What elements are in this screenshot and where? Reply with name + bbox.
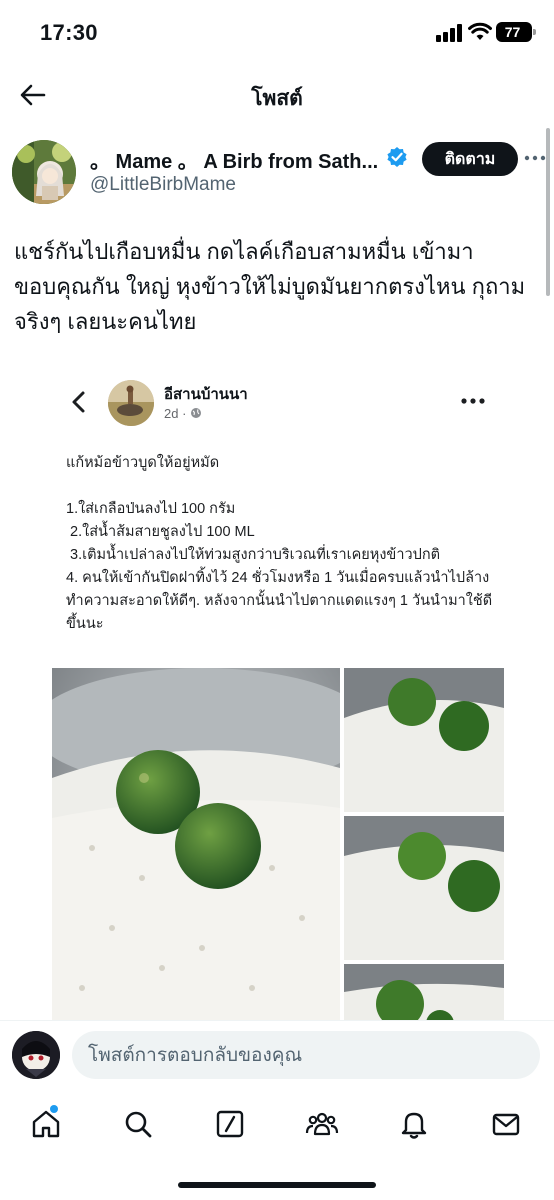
page-name: อีสานบ้านนา — [164, 386, 248, 403]
bottom-tab-bar — [0, 1092, 554, 1200]
battery-icon: 77 — [496, 22, 536, 42]
post-age: 2d · — [164, 406, 191, 421]
home-indicator[interactable] — [178, 1182, 376, 1188]
more-options-icon[interactable] — [522, 144, 548, 172]
battery-level: 77 — [504, 24, 521, 40]
tweet-text: แชร์กันไปเกือบหมื่น กดไลค์เกือบสามหมื่น … — [14, 239, 526, 334]
reply-composer: โพสต์การตอบกลับของคุณ — [0, 1020, 554, 1092]
messages-icon — [492, 1113, 520, 1136]
reply-input[interactable]: โพสต์การตอบกลับของคุณ — [72, 1031, 540, 1079]
grok-icon — [216, 1110, 244, 1138]
follow-button[interactable]: ติดตาม — [422, 142, 518, 176]
page-title: โพสต์ — [251, 87, 303, 110]
author-handle[interactable]: @LittleBirbMame — [90, 174, 236, 196]
search-icon — [125, 1111, 152, 1138]
home-icon — [32, 1110, 60, 1138]
tab-search[interactable] — [118, 1104, 158, 1144]
cellular-signal-icon — [436, 24, 464, 42]
post-header: โพสต์ — [0, 66, 554, 124]
tab-grok[interactable] — [210, 1104, 250, 1144]
tab-notifications[interactable] — [394, 1104, 434, 1144]
author-avatar[interactable] — [12, 140, 76, 204]
photo-rice-pot-main — [52, 668, 340, 1020]
communities-icon — [305, 1112, 339, 1136]
post-meta: 2d · — [164, 406, 202, 421]
notifications-icon — [401, 1112, 427, 1139]
globe-icon — [191, 408, 202, 418]
user-avatar[interactable] — [12, 1031, 60, 1079]
tweet-author: 。 Mame 。 A Birb from Sath... @LittleBirb… — [12, 140, 546, 204]
photo-rice-pot-1 — [344, 668, 504, 812]
author-display-name[interactable]: 。 Mame 。 A Birb from Sath... — [90, 145, 378, 174]
page-avatar — [108, 380, 154, 426]
tab-messages[interactable] — [486, 1104, 526, 1144]
more-options-icon — [460, 392, 486, 408]
notification-dot — [50, 1105, 58, 1113]
photo-rice-pot-2 — [344, 816, 504, 960]
chevron-left-icon — [68, 390, 90, 414]
post-body: แก้หม้อข้าวบูดให้อยู่หมัด 1.ใส่เกลือป่นล… — [66, 455, 493, 632]
status-time: 17:30 — [40, 20, 98, 45]
tab-communities[interactable] — [302, 1104, 342, 1144]
status-bar: 17:30 77 — [0, 0, 554, 66]
verified-badge-icon — [386, 146, 408, 168]
tab-home[interactable] — [26, 1104, 66, 1144]
photo-rice-pot-3 — [344, 964, 504, 1020]
tweet-media-image[interactable]: อีสานบ้านนา 2d · แก้หม้อข้าวบูดให้อยู่หม… — [52, 360, 504, 1020]
wifi-icon — [468, 22, 492, 42]
